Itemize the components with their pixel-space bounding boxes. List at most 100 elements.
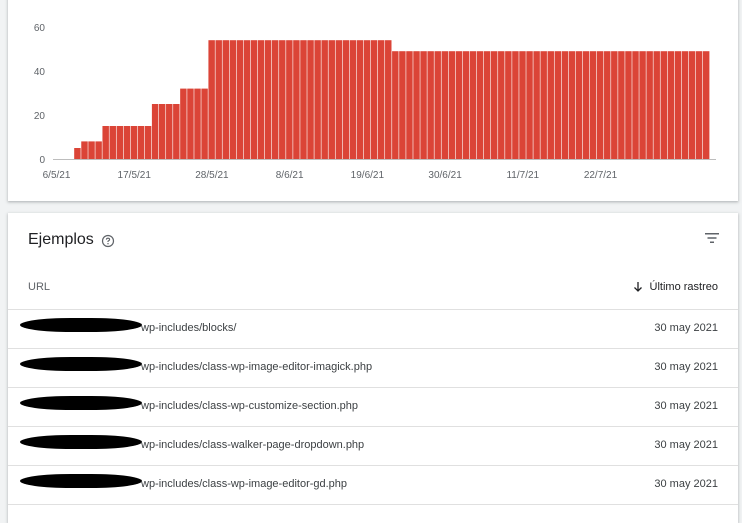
row-date: 30 may 2021 <box>654 322 718 334</box>
chart-bar <box>406 51 413 160</box>
chart-bar <box>187 88 194 159</box>
chart-bar <box>286 40 293 160</box>
table-row[interactable]: wp-includes/class-walker-page-dropdown.p… <box>8 427 738 466</box>
chart-bar <box>512 51 519 160</box>
chart-bar <box>349 40 357 160</box>
chart-bar <box>582 51 590 160</box>
redaction-mark <box>20 435 142 449</box>
table-row[interactable]: wp-includes/class-wp-image-editor-imagic… <box>8 349 738 388</box>
table-row[interactable]: wp-includes/blocks/ 30 may 2021 <box>8 310 738 349</box>
chart-bar <box>681 51 689 160</box>
crawl-bar-chart: 0 20 40 60 6/5/21 17/5/21 28/5/21 8/6/21 19/6/21… <box>34 23 716 181</box>
chart-bar <box>74 148 81 159</box>
chart-bar <box>625 51 632 160</box>
last-crawl-label: Último rastreo <box>649 281 718 293</box>
chart-bar <box>653 51 660 160</box>
chart-bar <box>293 40 300 160</box>
y-tick-label: 40 <box>34 67 46 78</box>
last-crawl-column-header[interactable]: Último rastreo <box>632 281 718 293</box>
chart-bar <box>272 40 279 160</box>
table-row[interactable]: wp-includes/class-wp-image-editor-gd.php… <box>8 466 738 505</box>
chart-bar <box>554 51 562 160</box>
chart-bar <box>321 40 328 160</box>
chart-bar <box>702 51 710 160</box>
crawl-chart-card: 0 20 40 60 6/5/21 17/5/21 28/5/21 8/6/21 19/6/21… <box>8 0 738 201</box>
examples-table: wp-includes/blocks/ 30 may 2021 wp-inclu… <box>8 310 738 505</box>
chart-bar <box>166 104 173 159</box>
row-url: wp-includes/class-wp-image-editor-imagic… <box>141 361 373 373</box>
chart-bar <box>208 40 215 160</box>
redaction-mark <box>20 474 142 488</box>
chart-bar <box>434 51 441 160</box>
chart-bar <box>498 51 505 160</box>
y-tick-label: 20 <box>34 111 46 122</box>
row-date: 30 may 2021 <box>654 400 718 412</box>
x-tick-label: 17/5/21 <box>118 170 152 181</box>
chart-bar <box>660 51 668 160</box>
x-tick-label: 11/7/21 <box>506 170 539 181</box>
chart-bar <box>116 126 124 159</box>
row-date: 30 may 2021 <box>654 361 718 373</box>
chart-bar <box>158 104 166 159</box>
examples-title: Ejemplos <box>28 231 94 248</box>
chart-bar <box>611 51 618 160</box>
chart-bar <box>264 40 272 160</box>
chart-bar <box>568 51 576 160</box>
x-tick-label: 22/7/21 <box>584 170 618 181</box>
row-url: wp-includes/class-walker-page-dropdown.p… <box>141 439 365 451</box>
chart-bar <box>448 51 456 160</box>
chart-bar <box>519 51 526 160</box>
chart-bar <box>370 40 378 160</box>
arrow-down-icon <box>633 282 642 292</box>
chart-bar <box>526 51 533 160</box>
redaction-mark <box>20 396 142 410</box>
row-url: wp-includes/class-wp-image-editor-gd.php <box>141 478 348 490</box>
chart-bar <box>173 104 180 159</box>
row-url: wp-includes/class-wp-customize-section.p… <box>141 400 359 412</box>
chart-bar <box>505 51 512 160</box>
chart-bar <box>194 88 201 159</box>
chart-bar <box>399 51 406 160</box>
chart-bar <box>533 51 540 160</box>
x-tick-label: 19/6/21 <box>351 170 385 181</box>
chart-bar <box>385 40 392 160</box>
examples-card: Ejemplos URL Último rastreo wp-includes/… <box>8 213 738 523</box>
chart-bar <box>307 40 314 160</box>
chart-bar <box>356 40 364 160</box>
chart-bar <box>279 40 286 160</box>
chart-bar <box>109 126 116 159</box>
row-date: 30 may 2021 <box>654 478 718 490</box>
y-tick-label: 60 <box>34 23 46 34</box>
chart-bar <box>589 51 597 160</box>
chart-bar <box>455 51 463 160</box>
chart-bar <box>300 40 307 160</box>
chart-bar <box>547 51 554 160</box>
chart-bar <box>483 51 491 160</box>
chart-bar <box>130 126 138 159</box>
help-circle-icon[interactable] <box>101 234 115 248</box>
url-column-header[interactable]: URL <box>28 281 50 293</box>
chart-bar <box>144 126 152 159</box>
chart-bar <box>137 126 145 159</box>
chart-bar <box>314 40 321 160</box>
filter-icon[interactable] <box>703 229 721 247</box>
table-header: URL Último rastreo <box>8 273 738 310</box>
chart-bar <box>674 51 682 160</box>
chart-bar <box>596 51 604 160</box>
chart-bar <box>476 51 484 160</box>
chart-bar <box>229 40 237 160</box>
chart-bar <box>540 51 547 160</box>
chart-bar <box>123 126 131 159</box>
chart-bar <box>469 51 477 160</box>
chart-bar <box>413 51 420 160</box>
table-row[interactable]: wp-includes/class-wp-customize-section.p… <box>8 388 738 427</box>
chart-bar <box>639 51 646 160</box>
chart-bar <box>95 141 102 159</box>
chart-bar <box>335 40 343 160</box>
chart-bar <box>363 40 371 160</box>
chart-bar <box>243 40 251 160</box>
redaction-mark <box>20 318 142 332</box>
redaction-mark <box>20 357 142 371</box>
examples-header: Ejemplos <box>8 213 738 269</box>
chart-bar <box>441 51 449 160</box>
